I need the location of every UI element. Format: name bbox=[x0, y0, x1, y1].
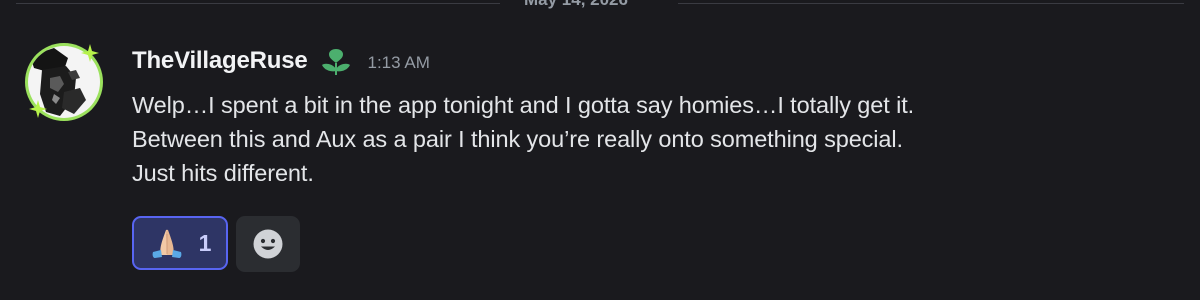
divider-line-left bbox=[16, 3, 500, 4]
message-content: Welp…I spent a bit in the app tonight an… bbox=[132, 88, 1172, 190]
folded-hands-icon bbox=[152, 229, 181, 258]
add-reaction-button[interactable] bbox=[236, 216, 300, 272]
green-sprout-icon[interactable] bbox=[318, 45, 354, 77]
date-divider: May 14, 2026 bbox=[16, 0, 1184, 10]
reactions-bar: 1 bbox=[132, 216, 300, 272]
message-header: TheVillageRuse 1:13 AM bbox=[132, 46, 430, 76]
avatar[interactable] bbox=[24, 42, 104, 122]
divider-date: May 14, 2026 bbox=[524, 0, 628, 10]
message-timestamp[interactable]: 1:13 AM bbox=[368, 50, 430, 73]
message-line: Welp…I spent a bit in the app tonight an… bbox=[132, 92, 915, 118]
reaction-folded-hands[interactable]: 1 bbox=[132, 216, 228, 270]
divider-line-right bbox=[678, 3, 1184, 4]
chat-message: TheVillageRuse 1:13 AM Welp…I spent a bi… bbox=[0, 30, 1200, 280]
avatar-image bbox=[25, 43, 103, 121]
message-line: Just hits different. bbox=[132, 160, 314, 186]
smiley-add-reaction-icon bbox=[253, 229, 283, 259]
message-line: Between this and Aux as a pair I think y… bbox=[132, 126, 903, 152]
author-name[interactable]: TheVillageRuse bbox=[132, 47, 308, 75]
reaction-count: 1 bbox=[198, 229, 212, 256]
